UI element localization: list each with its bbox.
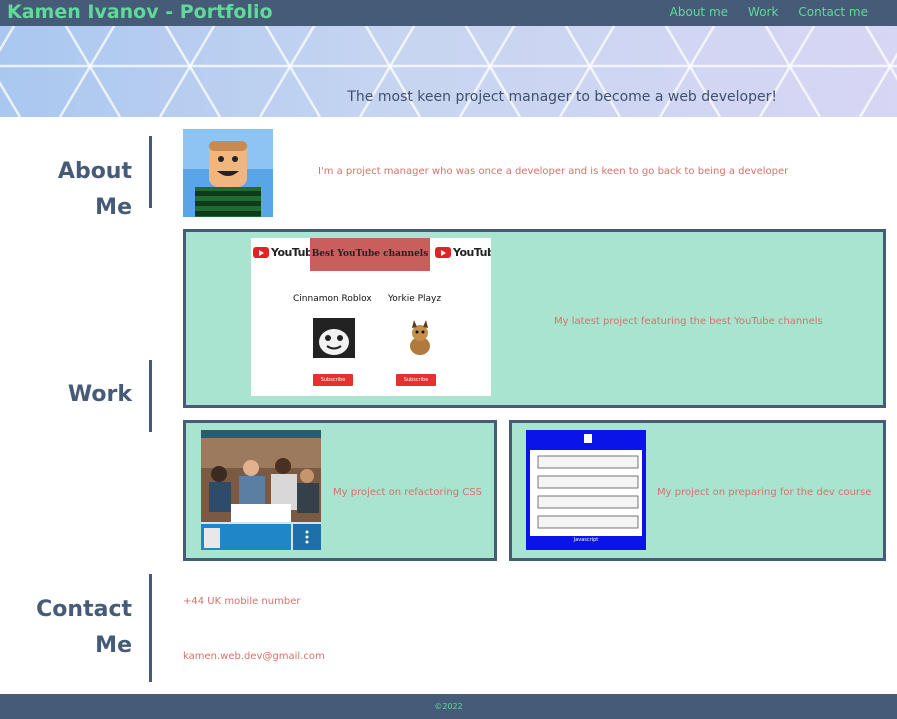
youtube-thumb-banner: Best YouTube channels	[310, 238, 430, 271]
nav-link-about[interactable]: About me	[670, 5, 728, 19]
hero-tagline: The most keen project manager to become …	[347, 89, 777, 105]
main-nav: About me Work Contact me	[670, 5, 868, 19]
devcourse-thumb-footer: Javascript	[573, 537, 599, 543]
contact-heading: Contact Me	[20, 592, 132, 664]
youtube-logo-right: YouTube	[435, 246, 491, 259]
project-description-devcourse: My project on preparing for the dev cour…	[657, 487, 872, 498]
about-divider	[149, 136, 152, 208]
work-heading: Work	[67, 382, 132, 407]
hero-banner: The most keen project manager to become …	[0, 26, 897, 117]
contact-heading-line1: Contact	[36, 597, 132, 622]
project-thumbnail-css[interactable]	[201, 430, 321, 550]
copyright-text: ©2022	[434, 702, 463, 711]
channel-name-1: Cinnamon Roblox	[293, 294, 372, 304]
youtube-play-icon	[253, 247, 269, 258]
site-title: Kamen Ivanov - Portfolio	[7, 1, 273, 23]
channel-avatar-2	[400, 318, 440, 358]
project-description-css: My project on refactoring CSS	[333, 487, 482, 498]
about-text: I'm a project manager who was once a dev…	[318, 166, 789, 177]
project-card-css[interactable]: My project on refactoring CSS	[183, 420, 497, 561]
project-description-youtube: My latest project featuring the best You…	[554, 316, 823, 327]
nav-link-contact[interactable]: Contact me	[798, 5, 868, 19]
work-divider	[149, 360, 152, 432]
page-footer: ©2022	[0, 694, 897, 719]
channel-avatar-1	[313, 318, 355, 358]
about-heading: About Me	[57, 159, 132, 220]
contact-email-link[interactable]: kamen.web.dev@gmail.com	[183, 651, 325, 662]
subscribe-button-2: Subscribe	[396, 374, 436, 386]
project-card-devcourse[interactable]: Javascript My project on preparing for t…	[509, 420, 886, 561]
project-thumbnail-youtube[interactable]: YouTube Best YouTube channels YouTube Ci…	[251, 238, 491, 396]
top-nav-bar: Kamen Ivanov - Portfolio About me Work C…	[0, 0, 897, 26]
profile-avatar	[183, 129, 273, 217]
youtube-play-icon	[435, 247, 451, 258]
contact-divider	[149, 574, 152, 682]
contact-heading-line2: Me	[95, 633, 132, 658]
project-card-youtube[interactable]: YouTube Best YouTube channels YouTube Ci…	[183, 229, 886, 408]
subscribe-button-1: Subscribe	[313, 374, 353, 386]
project-thumbnail-devcourse[interactable]: Javascript	[526, 430, 646, 550]
contact-phone[interactable]: +44 UK mobile number	[183, 596, 300, 607]
nav-link-work[interactable]: Work	[748, 5, 778, 19]
channel-name-2: Yorkie Playz	[388, 294, 442, 304]
